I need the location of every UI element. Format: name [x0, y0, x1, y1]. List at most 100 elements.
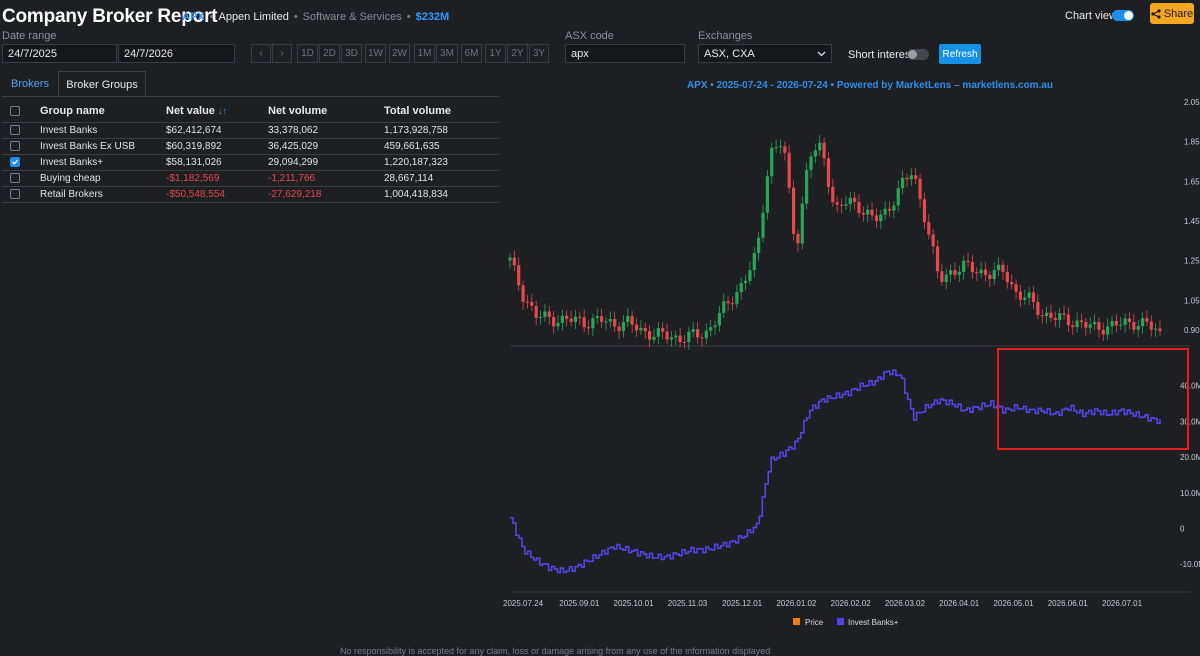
candle-body — [743, 280, 748, 284]
exchanges-select[interactable]: ASX, CXA — [698, 44, 832, 63]
candle-body — [552, 316, 556, 327]
row-checkbox[interactable] — [10, 173, 20, 184]
prev-period-button[interactable]: ‹ — [251, 44, 271, 63]
chevron-right-icon: › — [280, 48, 284, 59]
row-checkbox-cell[interactable] — [2, 154, 40, 171]
table-row[interactable]: Retail Brokers -$50,548,554 -27,629,218 … — [2, 186, 499, 203]
candle-body — [831, 186, 835, 203]
sort-icon[interactable]: ↓↑ — [218, 106, 227, 116]
candle-body — [826, 158, 831, 187]
row-checkbox[interactable] — [10, 141, 20, 152]
period-1d-button[interactable]: 1D — [297, 44, 318, 63]
refresh-button[interactable]: Refresh — [939, 44, 981, 64]
row-checkbox-cell[interactable] — [2, 122, 40, 139]
candle-body — [678, 335, 682, 342]
candle-body — [652, 336, 656, 340]
col-net-value-label: Net value — [166, 105, 215, 117]
candle-body — [1127, 318, 1132, 323]
candle-body — [647, 331, 652, 340]
select-all-cell[interactable] — [2, 100, 40, 123]
volume-tick-label: 20.0M — [1180, 453, 1200, 462]
candle-body — [914, 175, 918, 179]
tab-brokers[interactable]: Brokers — [2, 71, 58, 97]
candle-body — [887, 208, 892, 211]
candle-body — [761, 212, 765, 238]
broker-groups-table: Group name Net value ↓↑ Net volume Total… — [2, 100, 499, 203]
col-group-name[interactable]: Group name — [40, 100, 166, 123]
candle-body — [687, 331, 691, 343]
col-net-volume[interactable]: Net volume — [268, 100, 384, 123]
next-period-button[interactable]: › — [272, 44, 292, 63]
table-row[interactable]: Buying cheap -$1,182,569 -1,211,766 28,6… — [2, 170, 499, 187]
net-volume: 29,094,299 — [268, 154, 384, 171]
candle-body — [1110, 320, 1114, 327]
candle-body — [578, 316, 582, 318]
table-row[interactable]: Invest Banks $62,412,674 33,378,062 1,17… — [2, 122, 499, 139]
group-name: Invest Banks Ex USB — [40, 138, 166, 155]
period-6m-button[interactable]: 6M — [461, 44, 482, 63]
period-1w-button[interactable]: 1W — [365, 44, 386, 63]
asx-code-label: ASX code — [565, 30, 614, 42]
table-row[interactable]: Invest Banks+ $58,131,026 29,094,299 1,2… — [2, 154, 499, 171]
period-3d-button[interactable]: 3D — [341, 44, 362, 63]
candle-body — [996, 264, 1001, 271]
candle-body — [621, 322, 626, 331]
candle-body — [538, 316, 543, 318]
candle-body — [739, 283, 743, 293]
col-net-value[interactable]: Net value ↓↑ — [166, 100, 268, 123]
period-1y-button[interactable]: 1Y — [485, 44, 506, 63]
legend-swatch-price — [793, 618, 800, 625]
short-interest-toggle[interactable] — [907, 49, 929, 60]
period-3m-button[interactable]: 3M — [436, 44, 458, 63]
asx-code-input[interactable]: apx — [565, 44, 685, 63]
row-checkbox-cell[interactable] — [2, 138, 40, 155]
candle-body — [940, 271, 944, 282]
col-total-volume[interactable]: Total volume — [384, 100, 499, 123]
x-tick-label: 2026.04.01 — [939, 599, 980, 608]
period-3y-button[interactable]: 3Y — [529, 44, 549, 63]
candle-body — [774, 147, 778, 149]
share-button[interactable]: Share — [1150, 3, 1194, 24]
candle-body — [935, 246, 940, 272]
candle-body — [521, 285, 525, 302]
select-all-checkbox[interactable] — [10, 106, 20, 117]
candle-body — [791, 187, 796, 234]
period-2w-button[interactable]: 2W — [389, 44, 410, 63]
candle-body — [604, 321, 608, 323]
date-to-input[interactable]: 24/7/2026 — [118, 44, 235, 63]
price-volume-chart[interactable]: 2.050 1.850 1.650 1.450 1.250 1.050 0.900 40.0M… — [500, 92, 1200, 632]
table-row[interactable]: Invest Banks Ex USB $60,319,892 36,425,0… — [2, 138, 499, 155]
company-code[interactable]: APX — [182, 11, 205, 23]
period-2y-button[interactable]: 2Y — [507, 44, 528, 63]
candle-body — [874, 215, 879, 222]
separator-dot: • — [293, 11, 298, 23]
volume-tick-label: -10.0M — [1180, 560, 1200, 569]
row-checkbox[interactable] — [10, 189, 20, 200]
chart-view-toggle[interactable] — [1112, 10, 1134, 21]
candle-body — [1049, 312, 1053, 318]
candle-body — [970, 261, 975, 273]
candle-body — [992, 270, 996, 280]
period-2d-button[interactable]: 2D — [319, 44, 340, 63]
candle-body — [1075, 320, 1079, 328]
candle-body — [818, 142, 822, 151]
candle-body — [949, 270, 953, 275]
candle-body — [848, 197, 852, 205]
date-from-input[interactable]: 24/7/2025 — [2, 44, 117, 63]
candle-body — [1123, 318, 1127, 325]
row-checkbox-cell[interactable] — [2, 186, 40, 203]
tab-broker-groups[interactable]: Broker Groups — [58, 71, 146, 97]
row-checkbox[interactable] — [10, 125, 20, 136]
row-checkbox-checked[interactable] — [10, 157, 20, 168]
price-tick-label: 1.450 — [1184, 217, 1200, 226]
candle-body — [547, 311, 551, 317]
candle-body — [626, 315, 630, 323]
period-1m-button[interactable]: 1M — [414, 44, 435, 63]
row-checkbox-cell[interactable] — [2, 170, 40, 187]
toggle-knob — [908, 50, 917, 59]
exchanges-label: Exchanges — [698, 30, 753, 42]
net-volume: -1,211,766 — [268, 170, 384, 187]
candle-body — [1036, 301, 1040, 316]
check-icon — [12, 160, 19, 166]
candle-body — [1145, 318, 1149, 322]
